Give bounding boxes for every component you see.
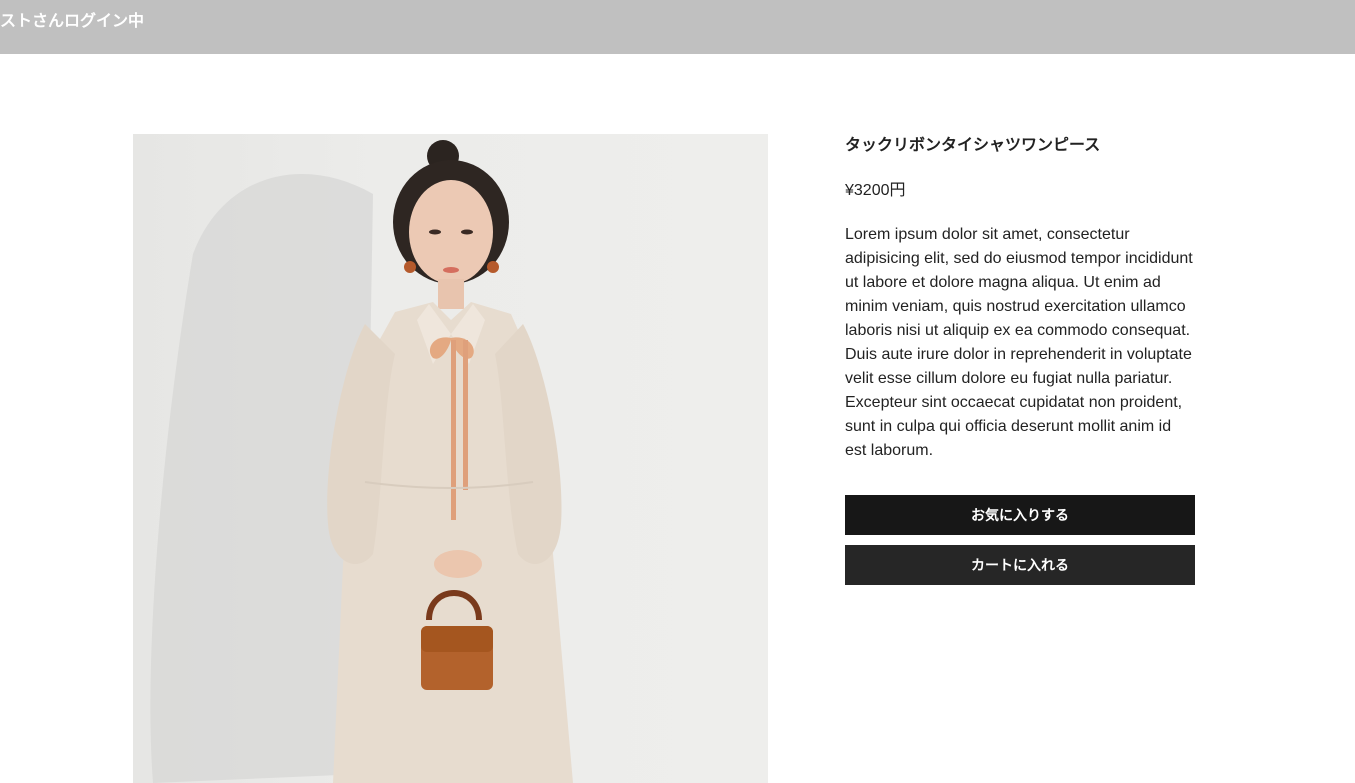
login-status-text: ストさんログイン中	[0, 13, 145, 30]
product-info-panel: タックリボンタイシャツワンピース ¥3200円 Lorem ipsum dolo…	[845, 134, 1195, 585]
add-to-favorites-button[interactable]: お気に入りする	[845, 495, 1195, 535]
product-price: ¥3200円	[845, 182, 906, 199]
product-description: Lorem ipsum dolor sit amet, consectetur …	[845, 226, 1193, 459]
add-to-cart-button[interactable]: カートに入れる	[845, 545, 1195, 585]
product-name: タックリボンタイシャツワンピース	[845, 137, 1101, 154]
product-photo	[133, 134, 768, 783]
top-bar: ストさんログイン中	[0, 0, 1355, 54]
